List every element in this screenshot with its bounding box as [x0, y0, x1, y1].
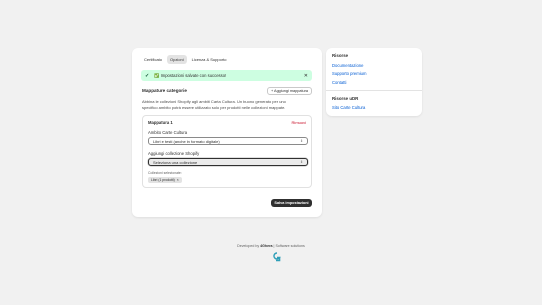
collection-select[interactable]: Seleziona una collezione ⇕ — [148, 158, 308, 166]
footer-suffix: | Software solutions — [273, 244, 305, 248]
success-banner: ✓ ✅ Impostazioni salvate con successo! ✕ — [141, 70, 312, 81]
collection-label: Aggiungi collezione Shopify — [148, 151, 200, 156]
add-mapping-button[interactable]: + Aggiungi mappatura — [267, 87, 312, 95]
section-title: Mappature categorie — [142, 88, 187, 93]
updown-chevron-icon: ⇕ — [300, 139, 303, 143]
resources-card: Risorse Documentazione Supporto premium … — [326, 48, 422, 116]
udr-resources-title: Risorse uDR — [332, 96, 359, 101]
divider — [326, 90, 422, 91]
tag-remove-icon[interactable]: × — [177, 178, 179, 182]
success-message: ✅ Impostazioni salvate con successo! — [154, 72, 227, 78]
footer-prefix: Developed by — [237, 244, 260, 248]
options-card: Certificato Opzioni Licenza & Supporto ✓… — [132, 48, 322, 217]
footer-brand[interactable]: 4Ghera — [260, 244, 272, 248]
collection-tag-label: Libri (1 prodotti) — [151, 178, 175, 182]
close-icon[interactable]: ✕ — [304, 73, 308, 79]
resources-title: Risorse — [332, 53, 349, 58]
ambito-value: Libri e testi (anche in formato digitale… — [153, 138, 220, 144]
mapping-box: Mappatura 1 Rimuovi Ambito Carte Cultura… — [142, 115, 312, 188]
selected-collections-note: Collezioni selezionate: — [148, 171, 182, 175]
brand-logo-icon — [273, 252, 281, 262]
link-sito-carte-cultura[interactable]: Sito Carte Cultura — [332, 105, 365, 110]
collection-tag: Libri (1 prodotti) × — [148, 177, 182, 183]
link-contatti[interactable]: Contatti — [332, 80, 346, 85]
tab-certificato[interactable]: Certificato — [141, 55, 165, 64]
link-supporto-premium[interactable]: Supporto premium — [332, 71, 366, 76]
tab-licenza-supporto[interactable]: Licenza & Supporto — [189, 55, 230, 64]
ambito-label: Ambito Carte Cultura — [148, 130, 188, 135]
section-description: Abbina le collezioni Shopify agli ambiti… — [142, 99, 286, 110]
mapping-title: Mappatura 1 — [148, 120, 173, 125]
footer: Developed by 4Ghera | Software solutions — [0, 244, 542, 248]
save-settings-button[interactable]: Salva impostazioni — [271, 199, 312, 207]
tab-bar: Certificato Opzioni Licenza & Supporto — [141, 55, 230, 64]
checkmark-icon: ✓ — [145, 72, 150, 79]
collection-value: Seleziona una collezione — [153, 159, 198, 165]
tab-opzioni[interactable]: Opzioni — [167, 55, 187, 64]
updown-chevron-icon: ⇕ — [300, 160, 303, 164]
ambito-select[interactable]: Libri e testi (anche in formato digitale… — [148, 137, 308, 145]
remove-mapping-link[interactable]: Rimuovi — [292, 120, 306, 125]
link-documentazione[interactable]: Documentazione — [332, 63, 363, 68]
